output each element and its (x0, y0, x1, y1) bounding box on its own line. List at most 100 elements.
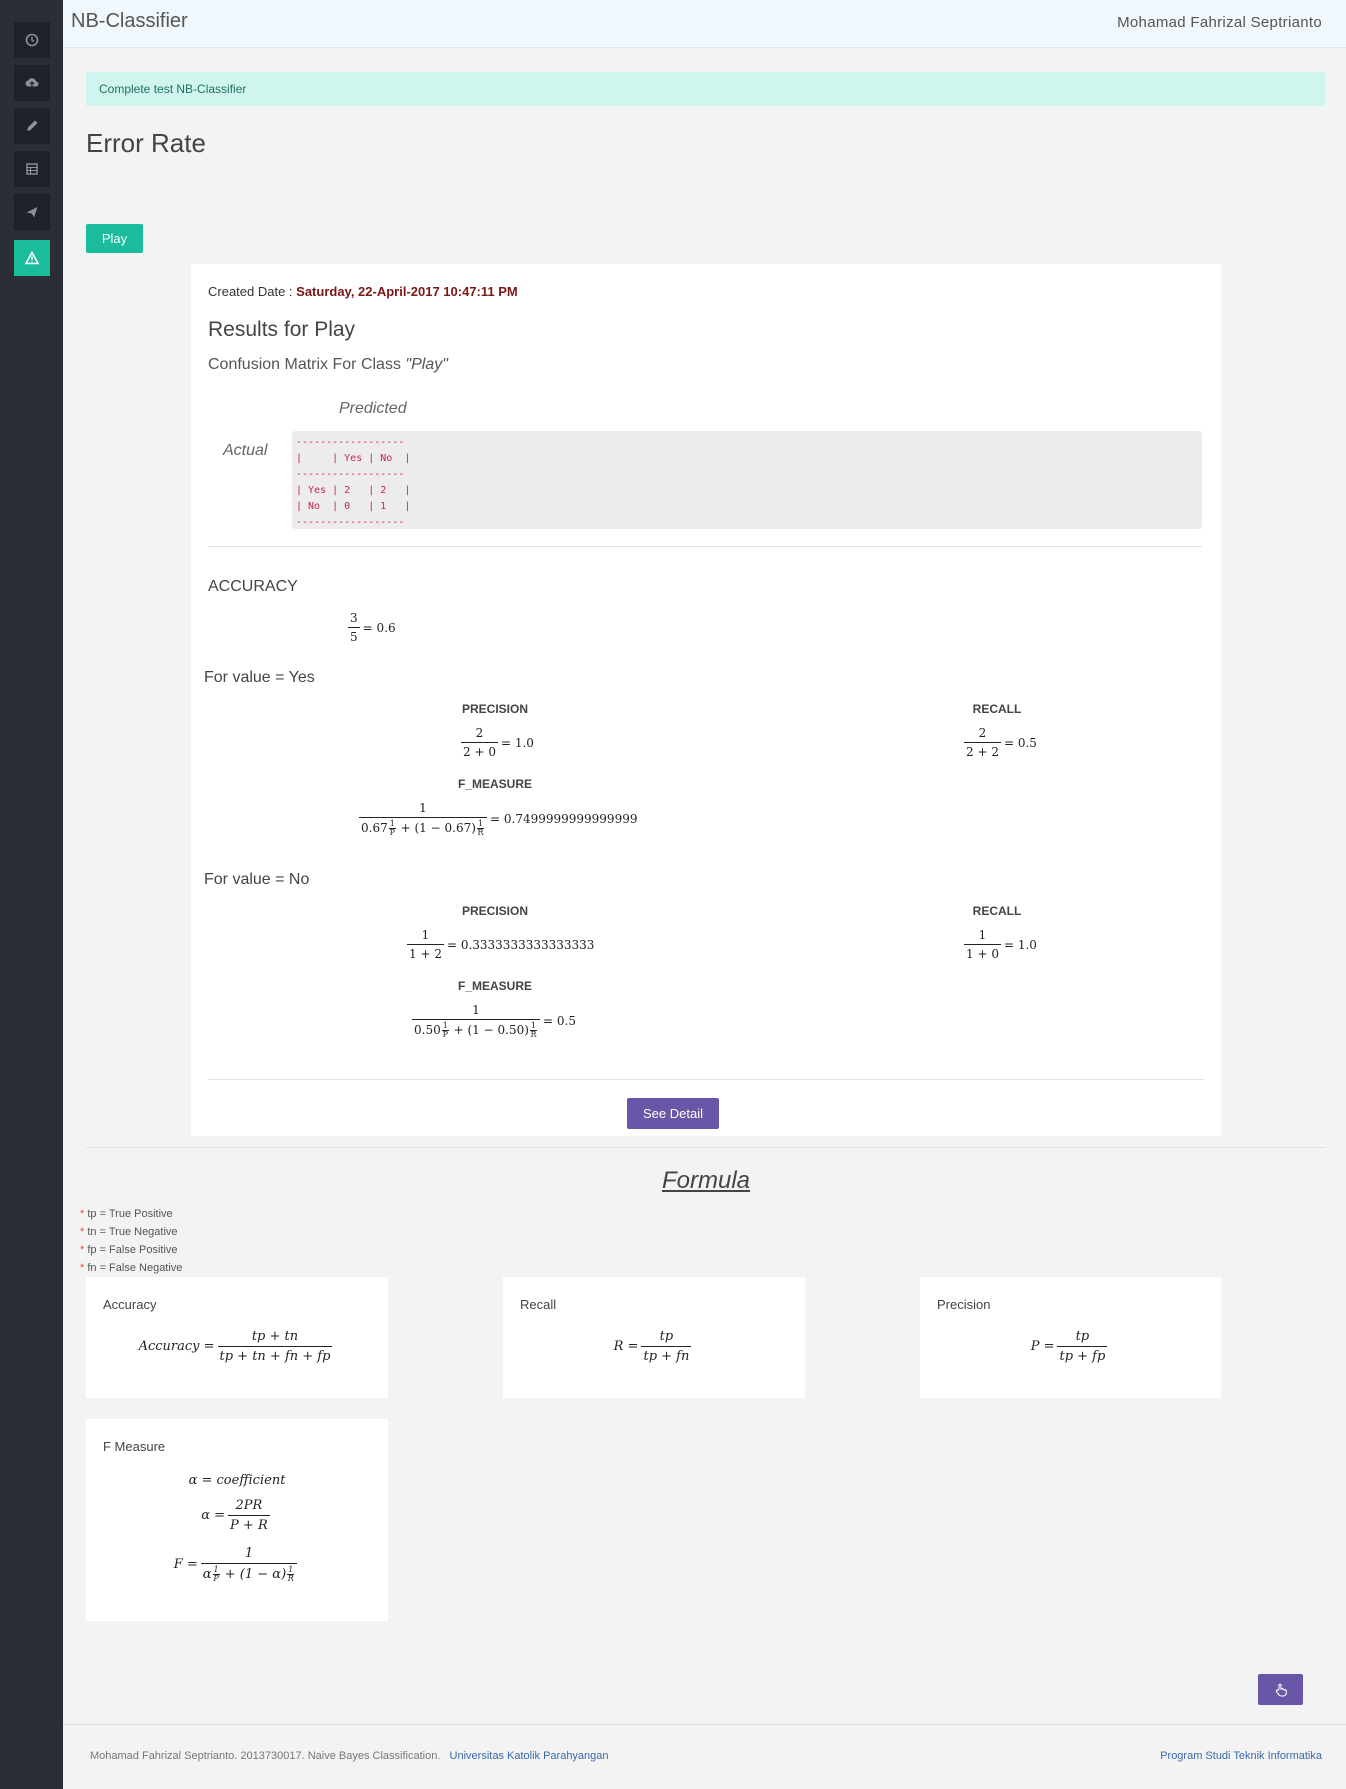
program-link[interactable]: Program Studi Teknik Informatika (1160, 1750, 1322, 1762)
upload-cloud-icon (25, 78, 39, 88)
divider (208, 546, 1202, 547)
yes-recall-den: 2 + 2 (964, 742, 1001, 759)
no-recall-label: RECALL (972, 904, 1022, 918)
no-f-num: 1 (472, 1003, 480, 1017)
yes-recall-label: RECALL (972, 702, 1022, 716)
results-title: Results for Play (208, 318, 356, 341)
result-card: Created Date : Saturday, 22-April-2017 1… (191, 264, 1221, 1136)
actual-label: Actual (223, 442, 268, 459)
recall-formula-card: Recall R = tp tp + fn (503, 1277, 805, 1398)
yes-f-coef: 0.67 (361, 821, 388, 835)
user-name[interactable]: Mohamad Fahrizal Septrianto (1117, 14, 1322, 31)
sidebar-item-error-rate[interactable] (14, 240, 50, 276)
page-title: Error Rate (86, 128, 206, 158)
accuracy-equation: 3 5 = 0.6 (345, 611, 396, 644)
no-precision-result: = 0.3333333333333333 (446, 937, 595, 952)
yes-recall-num: 2 (978, 726, 987, 740)
accuracy-num: 3 (350, 611, 358, 625)
yes-precision-den: 2 + 0 (461, 742, 498, 759)
yes-precision-result: = 1.0 (500, 735, 534, 750)
formula-legend: * tp = True Positive * tn = True Negativ… (80, 1205, 182, 1277)
send-icon (26, 207, 38, 218)
alpha-formula: α = 2PR P + R (201, 1498, 270, 1533)
no-value-label: For value = No (204, 871, 310, 888)
pencil-icon (27, 120, 38, 131)
sidebar-item-upload[interactable] (14, 65, 50, 101)
no-recall-equation: 1 1 + 0 = 1.0 (961, 928, 1037, 961)
no-precision-equation: 1 1 + 2 = 0.3333333333333333 (404, 928, 594, 961)
no-precision-num: 1 (421, 928, 430, 942)
cm-class-name: "Play" (405, 356, 448, 373)
university-link[interactable]: Universitas Katolik Parahyangan (450, 1750, 609, 1762)
divider (86, 1147, 1326, 1148)
yes-precision-label: PRECISION (461, 702, 529, 716)
footer: Mohamad Fahrizal Septrianto. 2013730017.… (63, 1724, 1346, 1789)
divider (208, 1079, 1204, 1080)
precision-formula: P = tp tp + fp (1030, 1329, 1108, 1364)
sidebar-item-edit[interactable] (14, 108, 50, 144)
yes-f-result: = 0.7499999999999999 (490, 812, 638, 826)
yes-recall-result: = 0.5 (1003, 735, 1037, 750)
precision-formula-card: Precision P = tp tp + fp (920, 1277, 1221, 1398)
sidebar-item-send[interactable] (14, 194, 50, 230)
formula-title: Formula (661, 1167, 751, 1194)
alpha-definition: α = coefficient (188, 1473, 286, 1488)
no-f-result: = 0.5 (543, 1014, 576, 1028)
yes-fmeasure-label: F_MEASURE (457, 777, 533, 791)
cm-title-prefix: Confusion Matrix For Class (208, 356, 406, 373)
yes-precision-equation: 2 2 + 0 = 1.0 (458, 726, 534, 759)
accuracy-den: 5 (348, 627, 360, 644)
legend-item: * fn = False Negative (80, 1262, 183, 1274)
yes-f-num: 1 (419, 801, 427, 815)
confusion-matrix: ------------------ | | Yes | No | ------… (292, 431, 1202, 529)
no-recall-result: = 1.0 (1003, 937, 1037, 952)
yes-value-label: For value = Yes (204, 669, 315, 686)
sidebar-item-table[interactable] (14, 151, 50, 187)
fmeasure-formula-card: F Measure α = coefficient α = 2PR P + R F… (86, 1419, 388, 1621)
legend-item: * tn = True Negative (80, 1226, 178, 1238)
created-value: Saturday, 22-April-2017 10:47:11 PM (296, 284, 518, 299)
accuracy-result: = 0.6 (362, 620, 396, 635)
recall-formula: R = tp tp + fn (613, 1329, 692, 1364)
no-f-coef2: (1 − 0.50) (467, 1023, 529, 1037)
no-precision-den: 1 + 2 (407, 944, 444, 961)
footer-name: Mohamad Fahrizal Septrianto. 2013730017.… (90, 1750, 441, 1762)
no-precision-label: PRECISION (461, 904, 529, 918)
legend-item: * fp = False Positive (80, 1244, 178, 1256)
precision-formula-title: Precision (937, 1297, 991, 1312)
no-f-coef: 0.50 (414, 1023, 441, 1037)
confusion-matrix-title: Confusion Matrix For Class "Play" (208, 356, 448, 374)
predicted-label: Predicted (339, 400, 407, 417)
no-fmeasure-equation: 1 0.50 1 P + (1 − 0.50) 1 R = 0.5 (412, 1003, 576, 1039)
brand-title[interactable]: NB-Classifier (71, 10, 188, 33)
footer-credits: Mohamad Fahrizal Septrianto. 2013730017.… (90, 1750, 609, 1762)
success-alert: Complete test NB-Classifier (86, 72, 1325, 106)
warning-icon (25, 251, 39, 265)
top-navbar: NB-Classifier Mohamad Fahrizal Septriant… (63, 0, 1346, 48)
accuracy-label: ACCURACY (208, 578, 298, 595)
legend-item: * tp = True Positive (80, 1208, 173, 1220)
yes-fmeasure-equation: 1 0.67 1 P + (1 − 0.67) 1 R = 0.7499999999999… (359, 801, 638, 837)
created-label: Created Date : (208, 284, 297, 299)
no-recall-num: 1 (978, 928, 987, 942)
accuracy-formula: Accuracy = tp + tn tp + tn + fn + fp (138, 1329, 333, 1364)
f-formula: F = 1α1P + (1 − α) 1 R (86, 1546, 388, 1583)
fmeasure-formula-title: F Measure (103, 1439, 166, 1454)
dashboard-icon (25, 33, 39, 47)
accuracy-formula-card: Accuracy Accuracy = tp + tn tp + tn + fn … (86, 1277, 388, 1398)
hand-pointer-icon (1275, 1683, 1287, 1697)
no-fmeasure-label: F_MEASURE (457, 979, 533, 993)
yes-precision-num: 2 (475, 726, 484, 740)
sidebar-item-dashboard[interactable] (14, 22, 50, 58)
accuracy-formula-title: Accuracy (103, 1297, 157, 1312)
recall-formula-title: Recall (520, 1297, 557, 1312)
table-icon (26, 163, 38, 175)
pointer-fab-button[interactable] (1258, 1674, 1303, 1705)
see-detail-button[interactable]: See Detail (627, 1098, 719, 1129)
yes-recall-equation: 2 2 + 2 = 0.5 (961, 726, 1037, 759)
yes-f-coef2: (1 − 0.67) (414, 821, 476, 835)
sidebar (0, 0, 63, 1789)
created-date: Created Date : Saturday, 22-April-2017 1… (208, 284, 518, 299)
play-button[interactable]: Play (86, 224, 143, 253)
no-recall-den: 1 + 0 (964, 944, 1001, 961)
